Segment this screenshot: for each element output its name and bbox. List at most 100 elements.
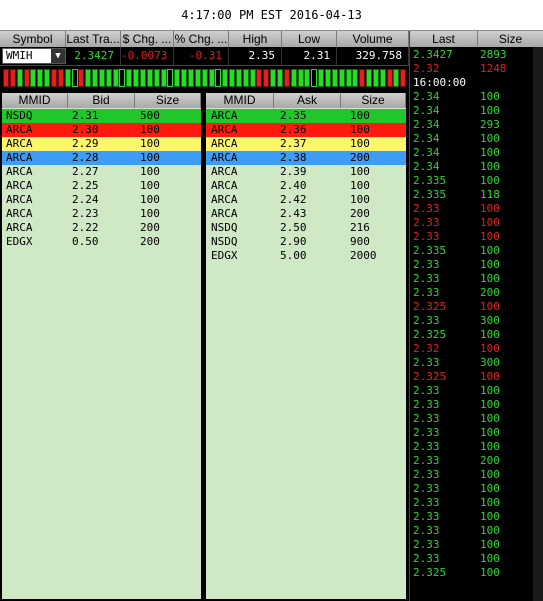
time-sales-row[interactable]: 2.33 100	[410, 496, 530, 510]
time-sales-row[interactable]: 2.34 100	[410, 132, 530, 146]
time-sales-row[interactable]: 2.33 100	[410, 440, 530, 454]
time-sales-row[interactable]: 2.335 100	[410, 244, 530, 258]
bid-row[interactable]: ARCA 2.24 100	[2, 193, 201, 207]
ts-size-cell: 100	[480, 104, 500, 117]
ask-row[interactable]: ARCA 2.40 100	[206, 179, 406, 193]
bid-size-cell: 200	[140, 221, 160, 234]
ask-row[interactable]: ARCA 2.35 100	[206, 109, 406, 123]
bid-row[interactable]: ARCA 2.30 100	[2, 123, 201, 137]
ts-size-cell: 1248	[480, 62, 507, 75]
ask-row[interactable]: ARCA 2.38 200	[206, 151, 406, 165]
time-sales-row[interactable]: 2.33 100	[410, 468, 530, 482]
time-sales-row[interactable]: 2.33 100	[410, 272, 530, 286]
col-header-last-trade[interactable]: Last Tra...	[66, 31, 121, 47]
time-sales-row[interactable]: 2.33 300	[410, 356, 530, 370]
bid-mmid-cell: ARCA	[6, 179, 33, 192]
ask-row[interactable]: EDGX 5.00 2000	[206, 249, 406, 263]
ts-last-cell: 2.3427	[413, 48, 453, 61]
col-header-low[interactable]: Low	[282, 31, 337, 47]
time-sales-row[interactable]: 16:00:00	[410, 76, 530, 90]
bid-row[interactable]: ARCA 2.22 200	[2, 221, 201, 235]
bid-row[interactable]: ARCA 2.28 100	[2, 151, 201, 165]
time-sales-row[interactable]: 2.33 100	[410, 258, 530, 272]
time-sales-row[interactable]: 2.33 100	[410, 482, 530, 496]
time-sales-row[interactable]: 2.33 100	[410, 202, 530, 216]
time-sales-row[interactable]: 2.32 100	[410, 342, 530, 356]
ask-row[interactable]: NSDQ 2.50 216	[206, 221, 406, 235]
chevron-down-icon[interactable]: ▼	[51, 49, 65, 63]
low-value: 2.31	[282, 47, 337, 65]
uptick-marker	[235, 69, 242, 87]
uptick-marker	[290, 69, 297, 87]
uptick-marker	[379, 69, 386, 87]
col-header-bid-size[interactable]: Size	[135, 93, 201, 108]
ask-row[interactable]: ARCA 2.42 100	[206, 193, 406, 207]
uptick-marker	[44, 69, 51, 87]
col-header-ts-size[interactable]: Size	[478, 31, 543, 47]
ts-last-cell: 2.325	[413, 370, 447, 383]
col-header-bid-mmid[interactable]: MMID	[2, 93, 68, 108]
time-sales-row[interactable]: 2.33 300	[410, 314, 530, 328]
time-sales-row[interactable]: 2.33 100	[410, 426, 530, 440]
bid-row[interactable]: NSDQ 2.31 500	[2, 109, 201, 123]
ask-row[interactable]: ARCA 2.37 100	[206, 137, 406, 151]
time-sales-row[interactable]: 2.33 100	[410, 230, 530, 244]
time-sales-row[interactable]: 2.325 100	[410, 300, 530, 314]
col-header-ask-size[interactable]: Size	[341, 93, 406, 108]
bid-row[interactable]: ARCA 2.27 100	[2, 165, 201, 179]
ask-price-cell: 2.43	[280, 207, 307, 220]
time-sales-row[interactable]: 2.325 100	[410, 370, 530, 384]
col-header-dollar-change[interactable]: $ Chg. ...	[121, 31, 174, 47]
time-and-sales-panel: Last Size 2.3427 2893 2.32 1248 16:00:00 2.34…	[409, 31, 543, 601]
ts-last-cell: 2.33	[413, 202, 440, 215]
time-sales-row[interactable]: 2.33 100	[410, 552, 530, 566]
time-sales-row[interactable]: 2.335 100	[410, 174, 530, 188]
ts-size-cell: 118	[480, 188, 500, 201]
col-header-ts-last[interactable]: Last	[410, 31, 478, 47]
bid-row[interactable]: EDGX 0.50 200	[2, 235, 201, 249]
time-sales-row[interactable]: 2.34 100	[410, 90, 530, 104]
ts-last-cell: 2.33	[413, 230, 440, 243]
ask-row[interactable]: NSDQ 2.90 900	[206, 235, 406, 249]
col-header-bid-price[interactable]: Bid	[68, 93, 135, 108]
time-sales-row[interactable]: 2.33 100	[410, 216, 530, 230]
uptick-marker	[37, 69, 44, 87]
col-header-volume[interactable]: Volume	[337, 31, 409, 47]
time-sales-row[interactable]: 2.335 118	[410, 188, 530, 202]
time-sales-scrollbar[interactable]	[533, 47, 543, 601]
ask-row[interactable]: ARCA 2.43 200	[206, 207, 406, 221]
ask-mmid-cell: NSDQ	[211, 221, 238, 234]
uptick-marker	[393, 69, 400, 87]
time-sales-row[interactable]: 2.33 100	[410, 524, 530, 538]
time-sales-row[interactable]: 2.34 100	[410, 104, 530, 118]
downtick-marker	[57, 69, 64, 87]
col-header-ask-price[interactable]: Ask	[274, 93, 341, 108]
ts-size-cell: 100	[480, 202, 500, 215]
col-header-high[interactable]: High	[229, 31, 282, 47]
col-header-pct-change[interactable]: % Chg. ...	[174, 31, 229, 47]
time-sales-row[interactable]: 2.325 100	[410, 328, 530, 342]
time-sales-row[interactable]: 2.3427 2893	[410, 48, 530, 62]
time-sales-row[interactable]: 2.33 100	[410, 384, 530, 398]
ts-last-cell: 2.335	[413, 174, 447, 187]
time-sales-row[interactable]: 2.33 100	[410, 412, 530, 426]
time-sales-row[interactable]: 2.33 100	[410, 538, 530, 552]
time-sales-row[interactable]: 2.33 200	[410, 286, 530, 300]
time-sales-row[interactable]: 2.34 293	[410, 118, 530, 132]
time-sales-row[interactable]: 2.325 100	[410, 566, 530, 580]
ask-mmid-cell: ARCA	[211, 179, 238, 192]
bid-row[interactable]: ARCA 2.25 100	[2, 179, 201, 193]
time-sales-row[interactable]: 2.32 1248	[410, 62, 530, 76]
time-sales-row[interactable]: 2.33 100	[410, 398, 530, 412]
bid-row[interactable]: ARCA 2.23 100	[2, 207, 201, 221]
symbol-select[interactable]: WMIH ▼	[2, 48, 66, 64]
time-sales-row[interactable]: 2.34 100	[410, 160, 530, 174]
bid-row[interactable]: ARCA 2.29 100	[2, 137, 201, 151]
col-header-symbol[interactable]: Symbol	[0, 31, 66, 47]
time-sales-row[interactable]: 2.33 200	[410, 454, 530, 468]
col-header-ask-mmid[interactable]: MMID	[206, 93, 274, 108]
ask-row[interactable]: ARCA 2.39 100	[206, 165, 406, 179]
ask-row[interactable]: ARCA 2.36 100	[206, 123, 406, 137]
time-sales-row[interactable]: 2.33 100	[410, 510, 530, 524]
time-sales-row[interactable]: 2.34 100	[410, 146, 530, 160]
